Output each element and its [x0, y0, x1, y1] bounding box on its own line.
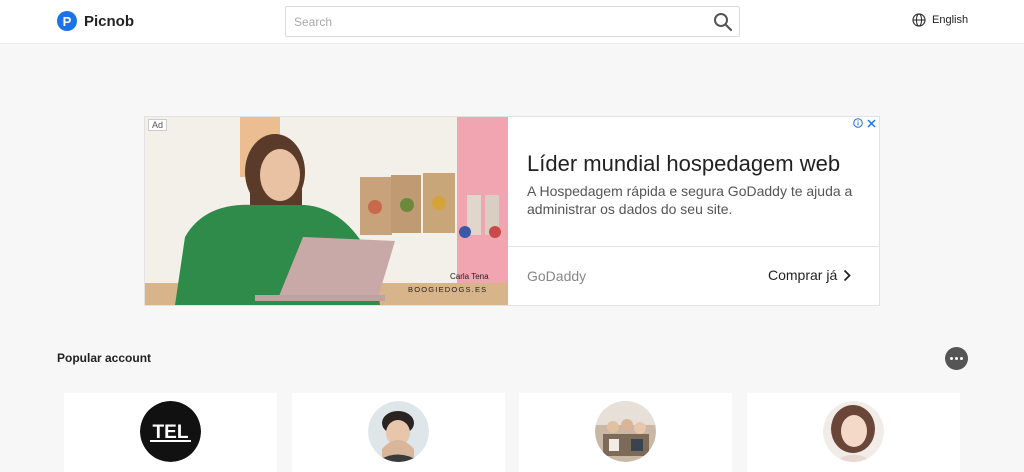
- search-box: [285, 6, 740, 37]
- dot-icon: [950, 357, 953, 360]
- ad-cta-label: Comprar já: [768, 267, 838, 283]
- more-options-button[interactable]: [945, 347, 968, 370]
- ad-divider: [508, 246, 880, 247]
- ad-banner[interactable]: Carla Tena BOOGIEDOGS.ES Ad Líder mundia…: [144, 116, 880, 306]
- ad-cta-button[interactable]: Comprar já: [768, 267, 852, 283]
- logo-p-icon: P: [57, 11, 77, 31]
- avatar-logo-text: TEL: [153, 422, 189, 443]
- site-name: Picnob: [84, 12, 135, 30]
- globe-icon: [912, 13, 926, 27]
- ad-badge: Ad: [148, 119, 168, 131]
- avatar[interactable]: [368, 401, 429, 462]
- account-card[interactable]: [519, 393, 732, 472]
- account-card[interactable]: [747, 393, 960, 472]
- ad-advertiser[interactable]: GoDaddy: [527, 268, 586, 284]
- account-card[interactable]: [292, 393, 505, 472]
- search-input[interactable]: [294, 13, 694, 31]
- ad-controls: [853, 118, 876, 128]
- top-header: P Picnob English: [0, 0, 1024, 44]
- language-label: English: [932, 14, 969, 26]
- ad-close-icon[interactable]: [867, 119, 876, 128]
- avatar[interactable]: TEL: [140, 401, 201, 462]
- ad-description: A Hospedagem rápida e segura GoDaddy te …: [527, 183, 853, 217]
- site-logo[interactable]: P Picnob: [57, 11, 134, 31]
- ad-photo[interactable]: Carla Tena BOOGIEDOGS.ES Ad: [145, 117, 508, 305]
- language-selector[interactable]: English: [912, 13, 968, 27]
- ad-photo-caption-name: Carla Tena: [450, 272, 489, 281]
- dot-icon: [955, 357, 958, 360]
- popular-account-heading: Popular account: [57, 351, 152, 365]
- ad-photo-caption-brand: BOOGIEDOGS.ES: [408, 285, 487, 294]
- search-icon[interactable]: [713, 12, 733, 32]
- chevron-right-icon: [844, 269, 852, 281]
- ad-info-icon[interactable]: [853, 118, 863, 128]
- avatar[interactable]: [595, 401, 656, 462]
- dot-icon: [960, 357, 963, 360]
- ad-headline[interactable]: Líder mundial hospedagem web: [527, 151, 840, 177]
- account-card[interactable]: TEL: [64, 393, 277, 472]
- avatar[interactable]: [823, 401, 884, 462]
